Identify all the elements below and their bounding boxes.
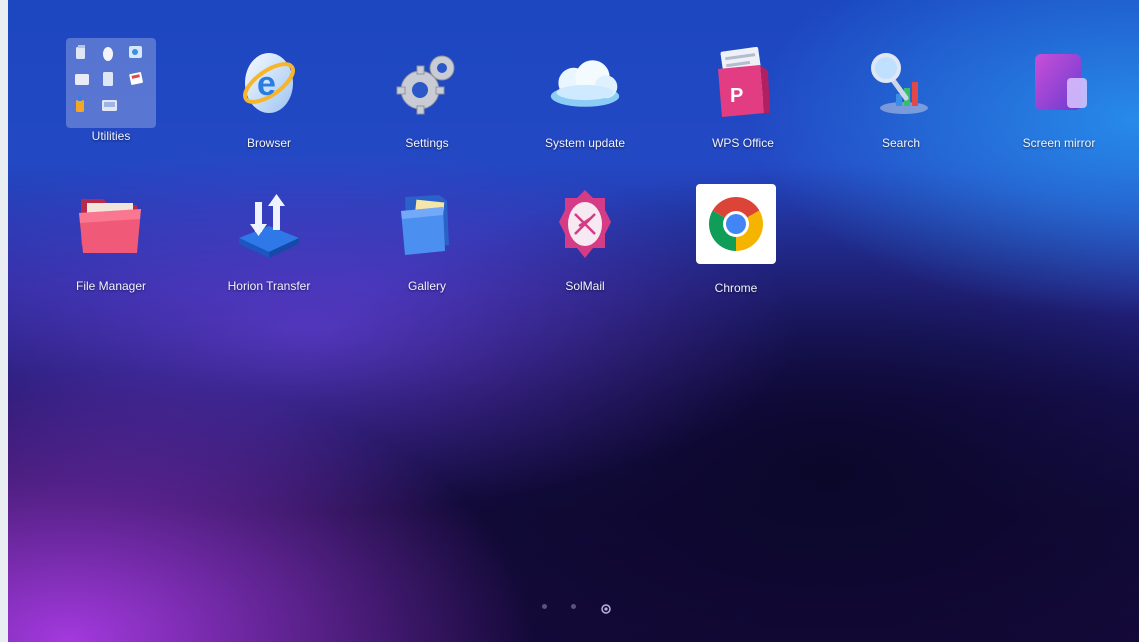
app-label: System update xyxy=(544,136,626,150)
browser-e-icon: e xyxy=(231,45,307,121)
settings-gears-icon xyxy=(389,45,465,121)
page-dot[interactable] xyxy=(542,604,547,609)
launcher-screen: Utilities e Browser Settings System upda… xyxy=(8,0,1139,642)
wps-office-icon: P xyxy=(705,45,781,121)
app-label: Search xyxy=(881,136,921,150)
svg-text:e: e xyxy=(257,65,276,103)
app-label: Horion Transfer xyxy=(227,279,311,293)
app-label: Utilities xyxy=(91,129,131,143)
app-label: Chrome xyxy=(714,281,758,295)
app-label: Settings xyxy=(405,136,449,150)
transfer-arrows-icon xyxy=(231,186,307,262)
svg-text:P: P xyxy=(730,85,743,107)
search-magnifier-icon xyxy=(863,45,939,121)
app-label: WPS Office xyxy=(712,136,774,150)
page-dot[interactable] xyxy=(571,604,576,609)
cloud-update-icon xyxy=(547,45,623,121)
gallery-folder-icon xyxy=(389,186,465,262)
mail-icon xyxy=(547,186,623,262)
folder-icon xyxy=(73,186,149,262)
app-label: Screen mirror xyxy=(1022,136,1096,150)
app-label: Gallery xyxy=(407,279,446,293)
app-label: SolMail xyxy=(565,279,605,293)
app-label: Browser xyxy=(246,136,291,150)
chrome-icon xyxy=(696,184,776,264)
home-page-dot-icon[interactable] xyxy=(601,601,611,614)
utilities-folder-icon xyxy=(66,38,156,128)
page-indicator xyxy=(8,601,1139,615)
screen-mirror-icon xyxy=(1021,45,1097,121)
app-label: File Manager xyxy=(75,279,147,293)
